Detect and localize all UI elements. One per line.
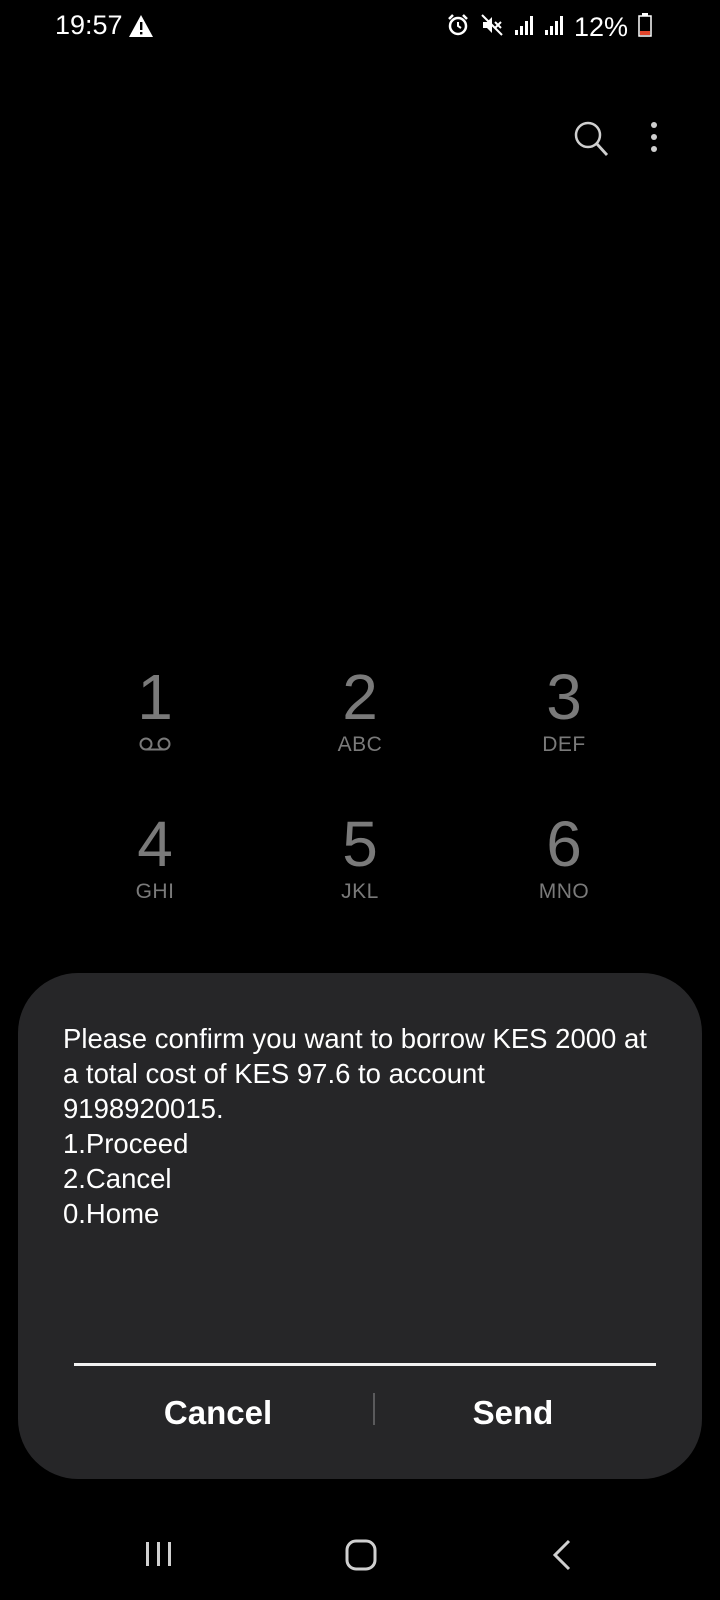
recent-apps-icon[interactable] (143, 1538, 175, 1575)
status-indicators: 12% (446, 12, 652, 42)
ussd-reply-input[interactable] (74, 1323, 656, 1366)
key-3[interactable]: 3 DEF (474, 660, 654, 790)
dialog-buttons: Cancel Send (18, 1373, 702, 1453)
key-2[interactable]: 2 ABC (270, 660, 450, 790)
signal-icon (514, 14, 534, 41)
key-digit: 5 (342, 808, 378, 880)
battery-percent: 12% (573, 11, 628, 42)
battery-icon (638, 12, 652, 42)
dialog-message: Please confirm you want to borrow KES 20… (63, 1023, 647, 1229)
warning-icon (128, 14, 154, 43)
key-letters: MNO (538, 880, 590, 903)
voicemail-icon (138, 736, 172, 757)
signal-icon (544, 14, 564, 41)
key-4[interactable]: 4 GHI (65, 807, 245, 937)
key-digit: 3 (546, 661, 582, 733)
alarm-icon (446, 13, 470, 42)
key-letters: JKL (341, 880, 379, 903)
send-button[interactable]: Send (363, 1373, 663, 1453)
key-letters: GHI (135, 880, 175, 903)
home-icon[interactable] (344, 1538, 378, 1577)
status-time: 19:57 (55, 10, 123, 40)
key-1[interactable]: 1 (65, 660, 245, 790)
key-5[interactable]: 5 JKL (270, 807, 450, 937)
key-letters: ABC (337, 733, 383, 756)
ussd-dialog: Please confirm you want to borrow KES 20… (18, 973, 702, 1479)
key-letters: DEF (542, 733, 586, 756)
dialer-toolbar (0, 110, 720, 170)
key-digit: 6 (546, 808, 582, 880)
status-bar: 19:57 12% (0, 0, 720, 52)
navigation-bar (0, 1520, 720, 1600)
search-icon[interactable] (573, 120, 609, 163)
key-digit: 2 (342, 661, 378, 733)
key-digit: 1 (137, 661, 173, 733)
back-icon[interactable] (550, 1538, 574, 1577)
key-digit: 4 (137, 808, 173, 880)
cancel-button[interactable]: Cancel (68, 1373, 368, 1453)
key-6[interactable]: 6 MNO (474, 807, 654, 937)
mute-icon (480, 13, 504, 42)
more-options-icon[interactable] (648, 120, 660, 161)
